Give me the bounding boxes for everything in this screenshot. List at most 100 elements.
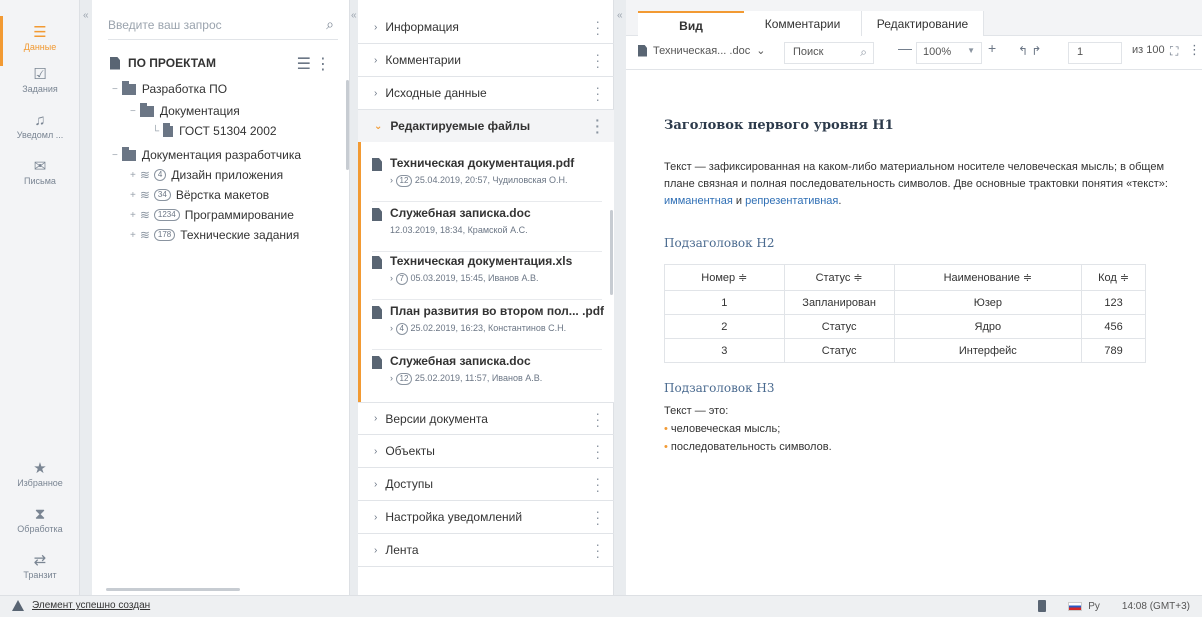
page-input[interactable]: 1: [1068, 42, 1122, 64]
column-header-code[interactable]: Код ≑: [1081, 264, 1146, 291]
section-notifications[interactable]: › Настройка уведомлений · · ·: [358, 501, 614, 534]
file-name: Служебная записка.doc: [390, 206, 531, 220]
more-icon[interactable]: · · ·: [595, 47, 600, 73]
zoom-out-icon[interactable]: —: [898, 40, 912, 56]
link-representative[interactable]: репрезентативная: [745, 195, 838, 207]
file-item[interactable]: Служебная записка.doc › 12 25.02.2019, 1…: [372, 350, 602, 400]
expand-icon[interactable]: +: [130, 170, 136, 181]
tree-node-label: Технические задания: [180, 228, 300, 242]
section-label: Объекты: [385, 444, 435, 458]
column-header-name[interactable]: Наименование ≑: [893, 264, 1083, 291]
more-icon[interactable]: · · ·: [595, 14, 600, 40]
collapse-rail-icon[interactable]: «: [83, 10, 89, 21]
table-row: 1 Запланирован Юзер 123: [664, 290, 1146, 315]
rail-item-notifications[interactable]: ♫ Уведомл ...: [0, 112, 80, 140]
tree-node[interactable]: + ≋ 178 Технические задания: [130, 228, 299, 242]
viewer-toolbar: Техническая... .doc ⌄ Поиск ⌕ — 100% ▼ +…: [626, 36, 1202, 70]
file-name: Техническая документация.pdf: [390, 156, 575, 170]
tab-comments[interactable]: Комментарии: [744, 11, 862, 36]
more-icon[interactable]: · · ·: [595, 471, 600, 497]
dropdown-icon: ▼: [967, 46, 975, 55]
zoom-in-icon[interactable]: +: [988, 40, 996, 56]
mail-icon: ✉: [33, 158, 47, 175]
more-icon[interactable]: · · ·: [595, 537, 600, 563]
rail-item-processing[interactable]: ⧗ Обработка: [0, 506, 80, 534]
section-versions[interactable]: › Версии документа · · ·: [358, 402, 614, 435]
language-switch[interactable]: Ру: [1068, 601, 1100, 612]
section-comments[interactable]: › Комментарии · · ·: [358, 44, 614, 77]
tree-scrollbar[interactable]: [346, 80, 349, 170]
viewer-search-input[interactable]: Поиск ⌕: [784, 42, 874, 64]
section-feed[interactable]: › Лента · · ·: [358, 534, 614, 567]
version-count: 7: [395, 273, 408, 285]
more-icon[interactable]: · · ·: [595, 504, 600, 530]
section-label: Информация: [385, 20, 459, 34]
tab-view[interactable]: Вид: [638, 11, 744, 36]
link-immanent[interactable]: имманентная: [664, 195, 733, 207]
tree-node[interactable]: + ≋ 1234 Программирование: [130, 208, 294, 222]
tree-node[interactable]: − Разработка ПО: [112, 80, 227, 96]
tab-edit[interactable]: Редактирование: [862, 11, 984, 36]
layers-icon: ≋: [139, 188, 150, 202]
collapse-tree-icon[interactable]: «: [351, 10, 357, 21]
file-item[interactable]: Техническая документация.xls › 7 05.03.2…: [372, 250, 602, 300]
rail-item-transit[interactable]: ⇄ Транзит: [0, 552, 80, 580]
heading-h3: Подзаголовок H3: [664, 381, 775, 395]
tree-node[interactable]: − Документация: [130, 102, 240, 118]
file-date: 12.03.2019, 18:34, Крамской А.С.: [390, 225, 528, 235]
more-icon[interactable]: · · ·: [595, 113, 600, 139]
chevron-right-icon: ›: [374, 21, 378, 33]
file-item[interactable]: Служебная записка.doc 12.03.2019, 18:34,…: [372, 202, 602, 252]
file-name: Служебная записка.doc: [390, 354, 531, 368]
section-source-data[interactable]: › Исходные данные · · ·: [358, 77, 614, 110]
section-info[interactable]: › Информация · · ·: [358, 11, 614, 44]
rail-item-data[interactable]: ☰ Данные: [0, 16, 80, 66]
column-header-status[interactable]: Статус ≑: [783, 264, 895, 291]
section-objects[interactable]: › Объекты · · ·: [358, 435, 614, 468]
search-input[interactable]: [108, 16, 308, 32]
more-icon[interactable]: · · ·: [595, 438, 600, 464]
tree-node[interactable]: + ≋ 4 Дизайн приложения: [130, 168, 283, 182]
more-icon[interactable]: · · ·: [595, 80, 600, 106]
search-icon[interactable]: ⌕: [860, 45, 867, 60]
version-count: 12: [395, 175, 413, 187]
file-item[interactable]: Техническая документация.pdf › 12 25.04.…: [372, 152, 602, 202]
zoom-select[interactable]: 100% ▼: [916, 42, 982, 64]
tree-hscrollbar[interactable]: [106, 588, 240, 591]
bullet-list: человеческая мысль; последовательность с…: [664, 420, 1184, 456]
column-header-number[interactable]: Номер ≑: [664, 264, 785, 291]
expand-icon[interactable]: +: [130, 210, 136, 221]
more-icon[interactable]: ⋮: [1188, 42, 1201, 58]
expand-icon[interactable]: +: [130, 230, 136, 241]
paragraph-text: .: [838, 195, 842, 207]
more-icon[interactable]: ⋮: [315, 56, 335, 73]
fullscreen-icon[interactable]: ⛶: [1170, 44, 1178, 59]
collapse-icon[interactable]: −: [130, 106, 136, 117]
file-item[interactable]: План развития во втором пол... .pdf › 4 …: [372, 300, 604, 350]
section-access[interactable]: › Доступы · · ·: [358, 468, 614, 501]
tree-node[interactable]: + ≋ 34 Вёрстка макетов: [130, 188, 269, 202]
collapse-icon[interactable]: −: [112, 84, 118, 95]
tree-node[interactable]: └ ГОСТ 51304 2002: [152, 122, 277, 138]
phone-icon[interactable]: [1038, 600, 1047, 612]
tree-node-label: Программирование: [184, 208, 294, 222]
tree-node[interactable]: − Документация разработчика: [112, 146, 301, 162]
rail-item-mail[interactable]: ✉ Письма: [0, 158, 80, 186]
document-selector[interactable]: Техническая... .doc ⌄: [638, 44, 765, 57]
sections-panel: › Информация · · · › Комментарии · · · › Исх…: [358, 0, 614, 595]
status-text[interactable]: Элемент успешно создан: [32, 600, 150, 611]
expand-icon[interactable]: +: [130, 190, 136, 201]
rail-item-favorites[interactable]: ★ Избранное: [0, 460, 80, 488]
collapse-icon[interactable]: −: [112, 150, 118, 161]
rail-item-tasks[interactable]: ☑ Задания: [0, 66, 80, 94]
search-icon[interactable]: ⌕: [326, 16, 334, 33]
rotate-icon[interactable]: ↰ ↱: [1018, 44, 1041, 58]
more-icon[interactable]: · · ·: [595, 406, 600, 432]
table-cell: 789: [1081, 338, 1146, 363]
table-cell: Интерфейс: [893, 338, 1083, 363]
collapse-sections-icon[interactable]: «: [617, 10, 623, 21]
section-edited-files[interactable]: ⌄ Редактируемые файлы · · ·: [358, 110, 614, 143]
files-scrollbar[interactable]: [610, 210, 613, 295]
status-message[interactable]: Элемент успешно создан: [12, 600, 150, 611]
list-icon[interactable]: ☰: [297, 56, 315, 73]
